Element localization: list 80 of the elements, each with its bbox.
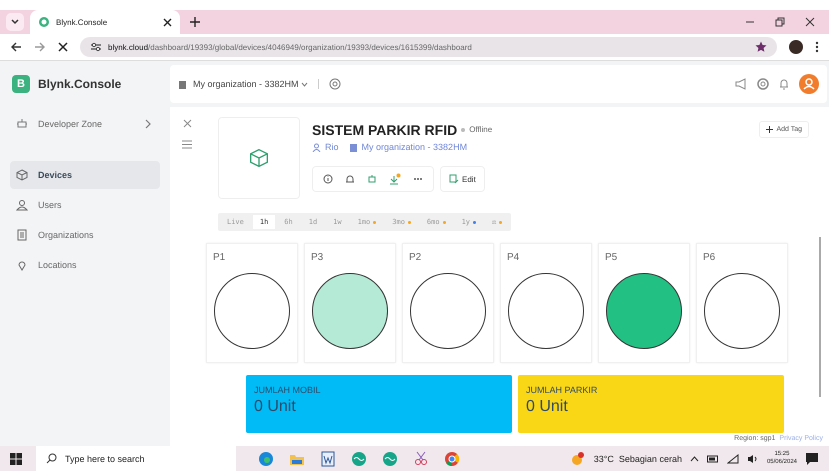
chevron-right-icon <box>145 119 152 129</box>
new-tab-icon[interactable] <box>190 17 200 27</box>
more-icon[interactable] <box>413 177 423 181</box>
more-icon[interactable] <box>815 41 819 53</box>
cube-icon <box>249 148 269 168</box>
widget-label: P1 <box>213 252 226 263</box>
building-icon <box>16 229 28 241</box>
weather-icon[interactable] <box>570 450 586 466</box>
site-settings-icon <box>90 41 102 53</box>
developer-zone-item[interactable]: Developer Zone <box>10 113 160 135</box>
user-icon <box>312 142 321 152</box>
widget-label: P4 <box>507 252 520 263</box>
device-status: Offline <box>469 125 492 134</box>
user-avatar-icon[interactable] <box>799 74 819 94</box>
owner-link[interactable]: Rio <box>325 142 339 152</box>
restore-icon[interactable] <box>775 17 785 27</box>
profile-avatar-icon[interactable] <box>789 40 803 54</box>
dashboard-edit-icon <box>449 174 459 184</box>
blynk-logo-icon <box>38 16 50 28</box>
widget-label: JUMLAH PARKIR <box>526 385 598 395</box>
windows-start-icon[interactable] <box>10 452 22 464</box>
back-icon[interactable] <box>10 41 22 53</box>
bell-icon[interactable] <box>345 174 355 184</box>
word-document-icon[interactable] <box>320 450 336 466</box>
users-icon <box>16 199 28 211</box>
browser-tab[interactable]: Blynk.Console <box>30 10 180 34</box>
edit-button[interactable]: Edit <box>440 166 485 192</box>
logo-badge: B <box>12 75 30 93</box>
robot-icon <box>16 118 28 130</box>
battery-icon[interactable] <box>706 454 719 462</box>
tab-title: Blynk.Console <box>56 18 108 26</box>
edge-browser-icon[interactable] <box>258 450 274 466</box>
megaphone-icon[interactable] <box>735 78 747 90</box>
sidebar-item[interactable]: Users <box>10 191 160 219</box>
device-name: SISTEM PARKIR RFID <box>312 122 458 138</box>
chevron-down-icon[interactable] <box>300 82 308 86</box>
chevron-down-icon <box>10 17 20 27</box>
tab-list-button[interactable] <box>6 13 24 31</box>
lifebuoy-icon[interactable] <box>757 78 769 90</box>
notification-icon[interactable] <box>805 452 819 466</box>
address-bar[interactable]: blynk.cloud/dashboard/19393/global/devices/4046949/organization/19393/devices/1615399/dashboard <box>80 37 777 57</box>
plus-icon <box>766 126 774 133</box>
location-pin-icon <box>16 259 28 271</box>
scrollbar[interactable] <box>819 237 821 397</box>
search-icon <box>46 453 57 464</box>
widget-label: JUMLAH MOBIL <box>254 385 322 395</box>
widget-value: 0 Unit <box>254 398 297 416</box>
widget-label: P6 <box>703 252 716 263</box>
status-dot <box>461 128 466 132</box>
building-icon <box>348 142 358 152</box>
brand-name: Blynk.Console <box>38 77 122 91</box>
menu-icon[interactable] <box>182 140 192 149</box>
chrome-browser-icon[interactable] <box>444 450 460 466</box>
cube-icon <box>16 169 28 181</box>
stop-icon[interactable] <box>58 42 68 52</box>
robot-icon[interactable] <box>367 174 377 184</box>
building-icon <box>178 80 187 88</box>
weather-text[interactable]: 33°C Sebagian cerah <box>594 454 682 464</box>
info-icon[interactable] <box>323 174 333 184</box>
organization-link[interactable]: My organization - 3382HM <box>362 142 468 152</box>
speaker-icon[interactable] <box>746 454 759 464</box>
widget-value: 0 Unit <box>526 398 569 416</box>
bell-icon[interactable] <box>779 78 789 90</box>
star-icon[interactable] <box>755 41 767 53</box>
organization-selector[interactable]: My organization - 3382HM <box>193 79 299 89</box>
sidebar-item[interactable]: Locations <box>10 251 160 279</box>
widget-label: P5 <box>605 252 618 263</box>
download-icon[interactable] <box>389 173 401 185</box>
snipping-tool-icon[interactable] <box>413 450 429 466</box>
url-text: blynk.cloud/dashboard/19393/global/devices/4046949/organization/19393/devices/1615399/dashboard <box>108 42 472 52</box>
close-icon[interactable] <box>805 17 815 27</box>
sidebar-item[interactable]: Devices <box>10 161 160 189</box>
forward-icon[interactable] <box>34 41 46 53</box>
close-icon[interactable] <box>163 18 172 26</box>
search-field[interactable]: Type here to search <box>36 446 236 471</box>
sidebar-item[interactable]: Organizations <box>10 221 160 249</box>
widget-label: P3 <box>311 252 324 263</box>
widget-label: P2 <box>409 252 422 263</box>
settings-icon[interactable] <box>328 78 341 90</box>
chevron-up-icon[interactable] <box>690 456 699 462</box>
